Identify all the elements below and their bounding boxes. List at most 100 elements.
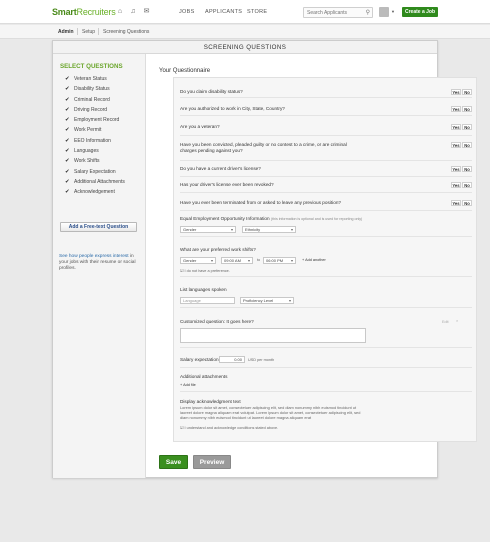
screening-card: SCREENING QUESTIONS SELECT QUESTIONS ✔ Ve…: [52, 40, 477, 478]
create-job-button[interactable]: Create a Job: [402, 7, 438, 17]
page-title: SCREENING QUESTIONS: [53, 41, 437, 54]
question-row: Are you authorized to work in City, Stat…: [180, 106, 472, 116]
sidebar-item-veteran[interactable]: ✔ Veteran Status: [65, 76, 125, 86]
proficiency-select[interactable]: Proficiency Level: [240, 297, 294, 304]
no-button[interactable]: No: [462, 124, 472, 130]
save-button[interactable]: Save: [159, 455, 188, 469]
no-button[interactable]: No: [462, 106, 472, 112]
salary-input[interactable]: 0.00: [219, 356, 245, 363]
sidebar-item-attachments[interactable]: ✔ Additional Attachments: [65, 179, 125, 189]
acknowledge-row: ☑ I understand and acknowledge condition…: [180, 426, 279, 430]
yes-button[interactable]: Yes: [451, 182, 461, 188]
shifts-label: What are your preferred work shifts?: [180, 247, 256, 252]
ethnicity-select[interactable]: Ethnicity: [242, 226, 296, 233]
close-icon[interactable]: ×: [456, 319, 458, 323]
breadcrumb-admin[interactable]: Admin: [58, 29, 74, 35]
sidebar-note: See how people express interest in your …: [59, 254, 136, 271]
avatar[interactable]: [379, 7, 389, 17]
breadcrumb-screening[interactable]: Screening Questions: [103, 29, 149, 35]
no-button[interactable]: No: [462, 200, 472, 206]
sidebar-item-permit[interactable]: ✔ Work Permit: [65, 127, 125, 137]
yes-button[interactable]: Yes: [451, 166, 461, 172]
note-link[interactable]: See how people express interest: [59, 254, 129, 259]
sidebar-item-languages[interactable]: ✔ Languages: [65, 148, 125, 158]
logo[interactable]: SmartRecruiters: [52, 7, 116, 17]
question-row: Are you a veteran? Yes No: [180, 124, 472, 136]
add-free-text-button[interactable]: Add a Free-text Question: [60, 222, 137, 232]
sidebar-item-disability[interactable]: ✔ Disability Status: [65, 86, 125, 96]
yes-no-toggle: Yes No: [450, 142, 472, 149]
nav-store[interactable]: STORE: [247, 9, 267, 15]
shift-to-select[interactable]: 06:00 PM: [263, 257, 296, 264]
sidebar-item-criminal[interactable]: ✔ Criminal Record: [65, 97, 125, 107]
gender-select[interactable]: Gender: [180, 226, 236, 233]
no-preference-row: ☑ I do not have a preference.: [180, 269, 230, 273]
shift-to-label: to: [257, 258, 261, 262]
custom-question-label: Customized question: It goes here?: [180, 319, 254, 324]
divider: [180, 347, 472, 348]
question-list: ✔ Veteran Status ✔ Disability Status ✔ Crim…: [65, 76, 125, 200]
check-icon: ✔: [65, 86, 70, 93]
checkbox[interactable]: ☑: [180, 426, 183, 430]
check-icon: ✔: [65, 178, 70, 185]
no-button[interactable]: No: [462, 89, 472, 95]
preview-button[interactable]: Preview: [193, 455, 231, 469]
check-icon: ✔: [65, 76, 70, 82]
edit-link[interactable]: Edit: [442, 320, 449, 324]
question-row: Has your driver's license ever been revo…: [180, 182, 472, 193]
acknowledgment-text: Lorem ipsum dolor sit amet, consectetuer…: [180, 405, 361, 420]
question-row: Have you ever been terminated from or as…: [180, 200, 472, 211]
nav-applicants[interactable]: APPLICANTS: [205, 9, 242, 15]
sidebar-item-employment[interactable]: ✔ Employment Record: [65, 117, 125, 127]
yes-button[interactable]: Yes: [451, 106, 461, 112]
checkbox[interactable]: ☑: [180, 269, 183, 273]
languages-label: List languages spoken: [180, 287, 227, 292]
no-button[interactable]: No: [462, 182, 472, 188]
chevron-down-icon[interactable]: ▼: [391, 9, 395, 14]
breadcrumb: Admin Setup Screening Questions: [0, 25, 490, 39]
yes-button[interactable]: Yes: [451, 89, 461, 95]
nav-jobs[interactable]: JOBS: [179, 9, 195, 15]
language-input[interactable]: Language: [180, 297, 235, 304]
yes-no-toggle: Yes No: [450, 106, 472, 113]
no-button[interactable]: No: [462, 166, 472, 172]
sidebar-item-driving[interactable]: ✔ Driving Record: [65, 107, 125, 117]
shift-from-select[interactable]: 09:00 AM: [221, 257, 253, 264]
question-row: Do you have a current driver's license? …: [180, 166, 472, 177]
divider: [180, 391, 472, 392]
check-icon: ✔: [65, 168, 70, 175]
top-nav: SmartRecruiters ⌂ ♫ ✉ JOBS APPLICANTS ST…: [0, 0, 490, 24]
yes-no-toggle: Yes No: [450, 182, 472, 189]
add-file-link[interactable]: + Add file: [180, 383, 196, 387]
questionnaire-title: Your Questionnaire: [159, 68, 211, 74]
sidebar-item-eeo[interactable]: ✔ EEO Information: [65, 138, 125, 148]
divider: [180, 276, 472, 277]
check-icon: ✔: [65, 189, 70, 196]
sidebar-item-acknowledgement[interactable]: ✔ Acknowledgement: [65, 189, 125, 199]
sidebar-item-salary[interactable]: ✔ Salary Expectation: [65, 169, 125, 179]
divider: [98, 28, 99, 35]
mail-icon[interactable]: ✉: [142, 8, 151, 16]
yes-button[interactable]: Yes: [451, 200, 461, 206]
yes-button[interactable]: Yes: [451, 142, 461, 148]
shift-gender-select[interactable]: Gender: [180, 257, 216, 264]
search-box: ⚲: [303, 7, 373, 18]
no-button[interactable]: No: [462, 142, 472, 148]
yes-no-toggle: Yes No: [450, 89, 472, 96]
breadcrumb-setup[interactable]: Setup: [82, 29, 95, 35]
bell-icon[interactable]: ♫: [129, 8, 137, 16]
custom-answer-textarea[interactable]: [180, 328, 366, 343]
questionnaire-panel: Do you claim disability status? Yes No Ar…: [173, 77, 477, 442]
home-icon[interactable]: ⌂: [116, 8, 124, 16]
yes-button[interactable]: Yes: [451, 124, 461, 130]
add-shift-link[interactable]: + Add another: [302, 258, 326, 262]
sidebar: SELECT QUESTIONS ✔ Veteran Status ✔ Disabi…: [53, 54, 146, 478]
check-icon: ✔: [65, 117, 70, 124]
search-input[interactable]: [304, 8, 360, 17]
check-icon: ✔: [65, 137, 70, 144]
search-icon[interactable]: ⚲: [366, 9, 370, 16]
salary-unit: USD per month: [248, 358, 275, 362]
check-icon: ✔: [65, 158, 70, 165]
sidebar-item-shifts[interactable]: ✔ Work Shifts: [65, 158, 125, 168]
question-row: Do you claim disability status? Yes No: [180, 89, 472, 98]
